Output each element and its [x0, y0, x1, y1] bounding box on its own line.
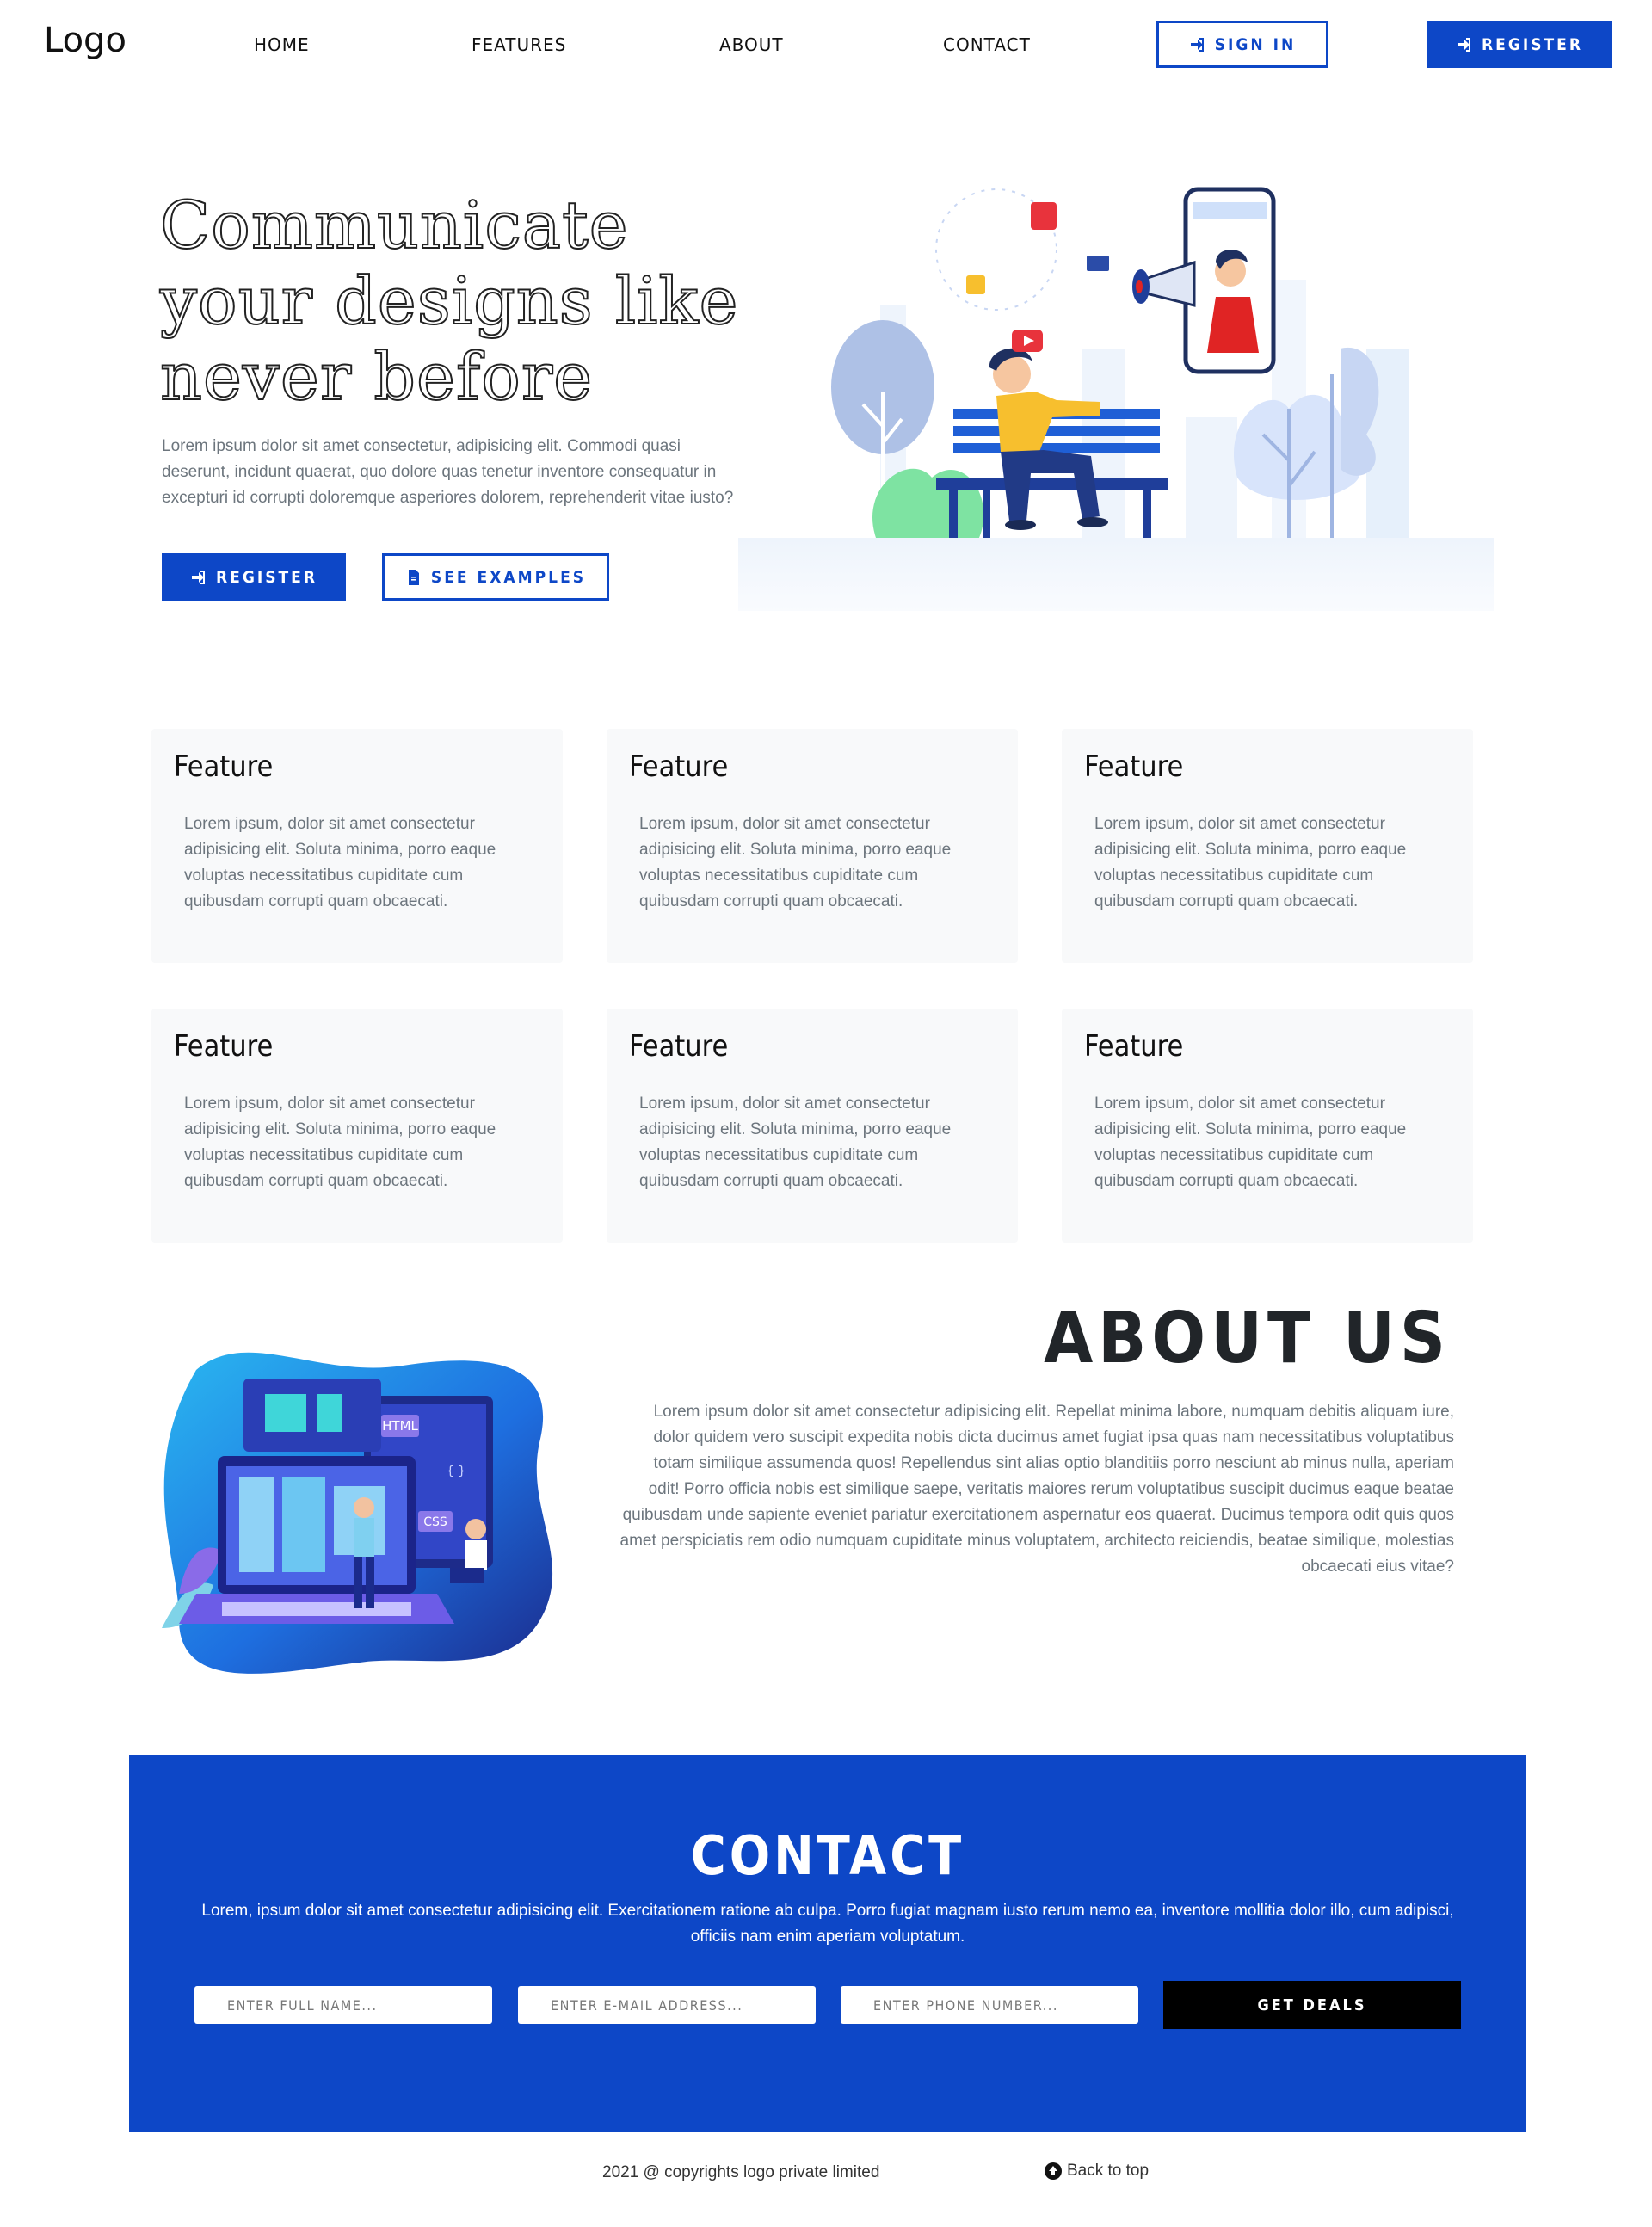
sign-in-icon: [1457, 37, 1470, 52]
feature-title: Feature: [174, 750, 274, 784]
back-to-top-link[interactable]: Back to top: [1045, 2162, 1149, 2181]
feature-card: Feature Lorem ipsum, dolor sit amet cons…: [1062, 1009, 1473, 1243]
nav-link-home[interactable]: HOME: [254, 34, 310, 55]
feature-text: Lorem ipsum, dolor sit amet consectetur …: [1094, 1095, 1407, 1190]
css-tag: CSS: [423, 1515, 447, 1529]
feature-card: Feature Lorem ipsum, dolor sit amet cons…: [1062, 729, 1473, 963]
hero-title: Communicate your designs like never befo…: [159, 187, 739, 416]
phone-input[interactable]: [841, 1986, 1138, 2024]
sign-in-button[interactable]: SIGN IN: [1156, 21, 1328, 68]
feature-title: Feature: [1084, 750, 1184, 784]
about-illustration: HTML CSS { }: [162, 1352, 553, 1674]
hero-illustration: [738, 187, 1494, 611]
contact-text: Lorem, ipsum dolor sit amet consectetur …: [201, 1902, 1454, 1946]
copyright-text: 2021 @ copyrights logo private limited: [602, 2163, 880, 2181]
feature-card: Feature Lorem ipsum, dolor sit amet cons…: [151, 729, 563, 963]
sign-in-label: SIGN IN: [1214, 34, 1297, 54]
nav-link-features[interactable]: FEATURES: [472, 34, 566, 55]
email-input[interactable]: [518, 1986, 816, 2024]
feature-title: Feature: [629, 750, 729, 784]
feature-title: Feature: [629, 1029, 729, 1064]
full-name-input[interactable]: [194, 1986, 492, 2024]
sign-in-icon: [1190, 37, 1204, 52]
nav-link-contact[interactable]: CONTACT: [943, 34, 1031, 55]
top-navbar: Logo HOME FEATURES ABOUT CONTACT SIGN IN…: [0, 0, 1652, 89]
braces-tag: { }: [447, 1465, 465, 1478]
nav-link-about[interactable]: ABOUT: [719, 34, 784, 55]
contact-section: CONTACT Lorem, ipsum dolor sit amet cons…: [129, 1755, 1526, 2132]
feature-text: Lorem ipsum, dolor sit amet consectetur …: [1094, 815, 1407, 910]
about-text: Lorem ipsum dolor sit amet consectetur a…: [620, 1403, 1454, 1576]
sign-in-icon: [191, 570, 205, 584]
nav-register-button[interactable]: REGISTER: [1427, 21, 1612, 68]
register-label: REGISTER: [1481, 34, 1584, 54]
file-icon: [408, 569, 419, 585]
feature-text: Lorem ipsum, dolor sit amet consectetur …: [184, 815, 496, 910]
about-title: ABOUT US: [1044, 1298, 1451, 1379]
see-examples-button[interactable]: SEE EXAMPLES: [382, 553, 609, 601]
feature-card: Feature Lorem ipsum, dolor sit amet cons…: [607, 729, 1018, 963]
logo[interactable]: Logo: [44, 21, 126, 60]
register-label: REGISTER: [215, 567, 318, 587]
feature-card: Feature Lorem ipsum, dolor sit amet cons…: [607, 1009, 1018, 1243]
arrow-up-circle-icon: [1045, 2162, 1062, 2180]
html-tag: HTML: [382, 1418, 418, 1434]
feature-text: Lorem ipsum, dolor sit amet consectetur …: [184, 1095, 496, 1190]
feature-title: Feature: [174, 1029, 274, 1064]
hero-register-button[interactable]: REGISTER: [162, 553, 346, 601]
contact-title: CONTACT: [690, 1824, 965, 1887]
back-to-top-label: Back to top: [1067, 2162, 1150, 2180]
feature-card: Feature Lorem ipsum, dolor sit amet cons…: [151, 1009, 563, 1243]
feature-title: Feature: [1084, 1029, 1184, 1064]
hero-text: Lorem ipsum dolor sit amet consectetur, …: [162, 437, 734, 507]
see-examples-label: SEE EXAMPLES: [430, 567, 587, 587]
feature-text: Lorem ipsum, dolor sit amet consectetur …: [639, 815, 952, 910]
get-deals-button[interactable]: GET DEALS: [1163, 1981, 1461, 2029]
feature-text: Lorem ipsum, dolor sit amet consectetur …: [639, 1095, 952, 1190]
